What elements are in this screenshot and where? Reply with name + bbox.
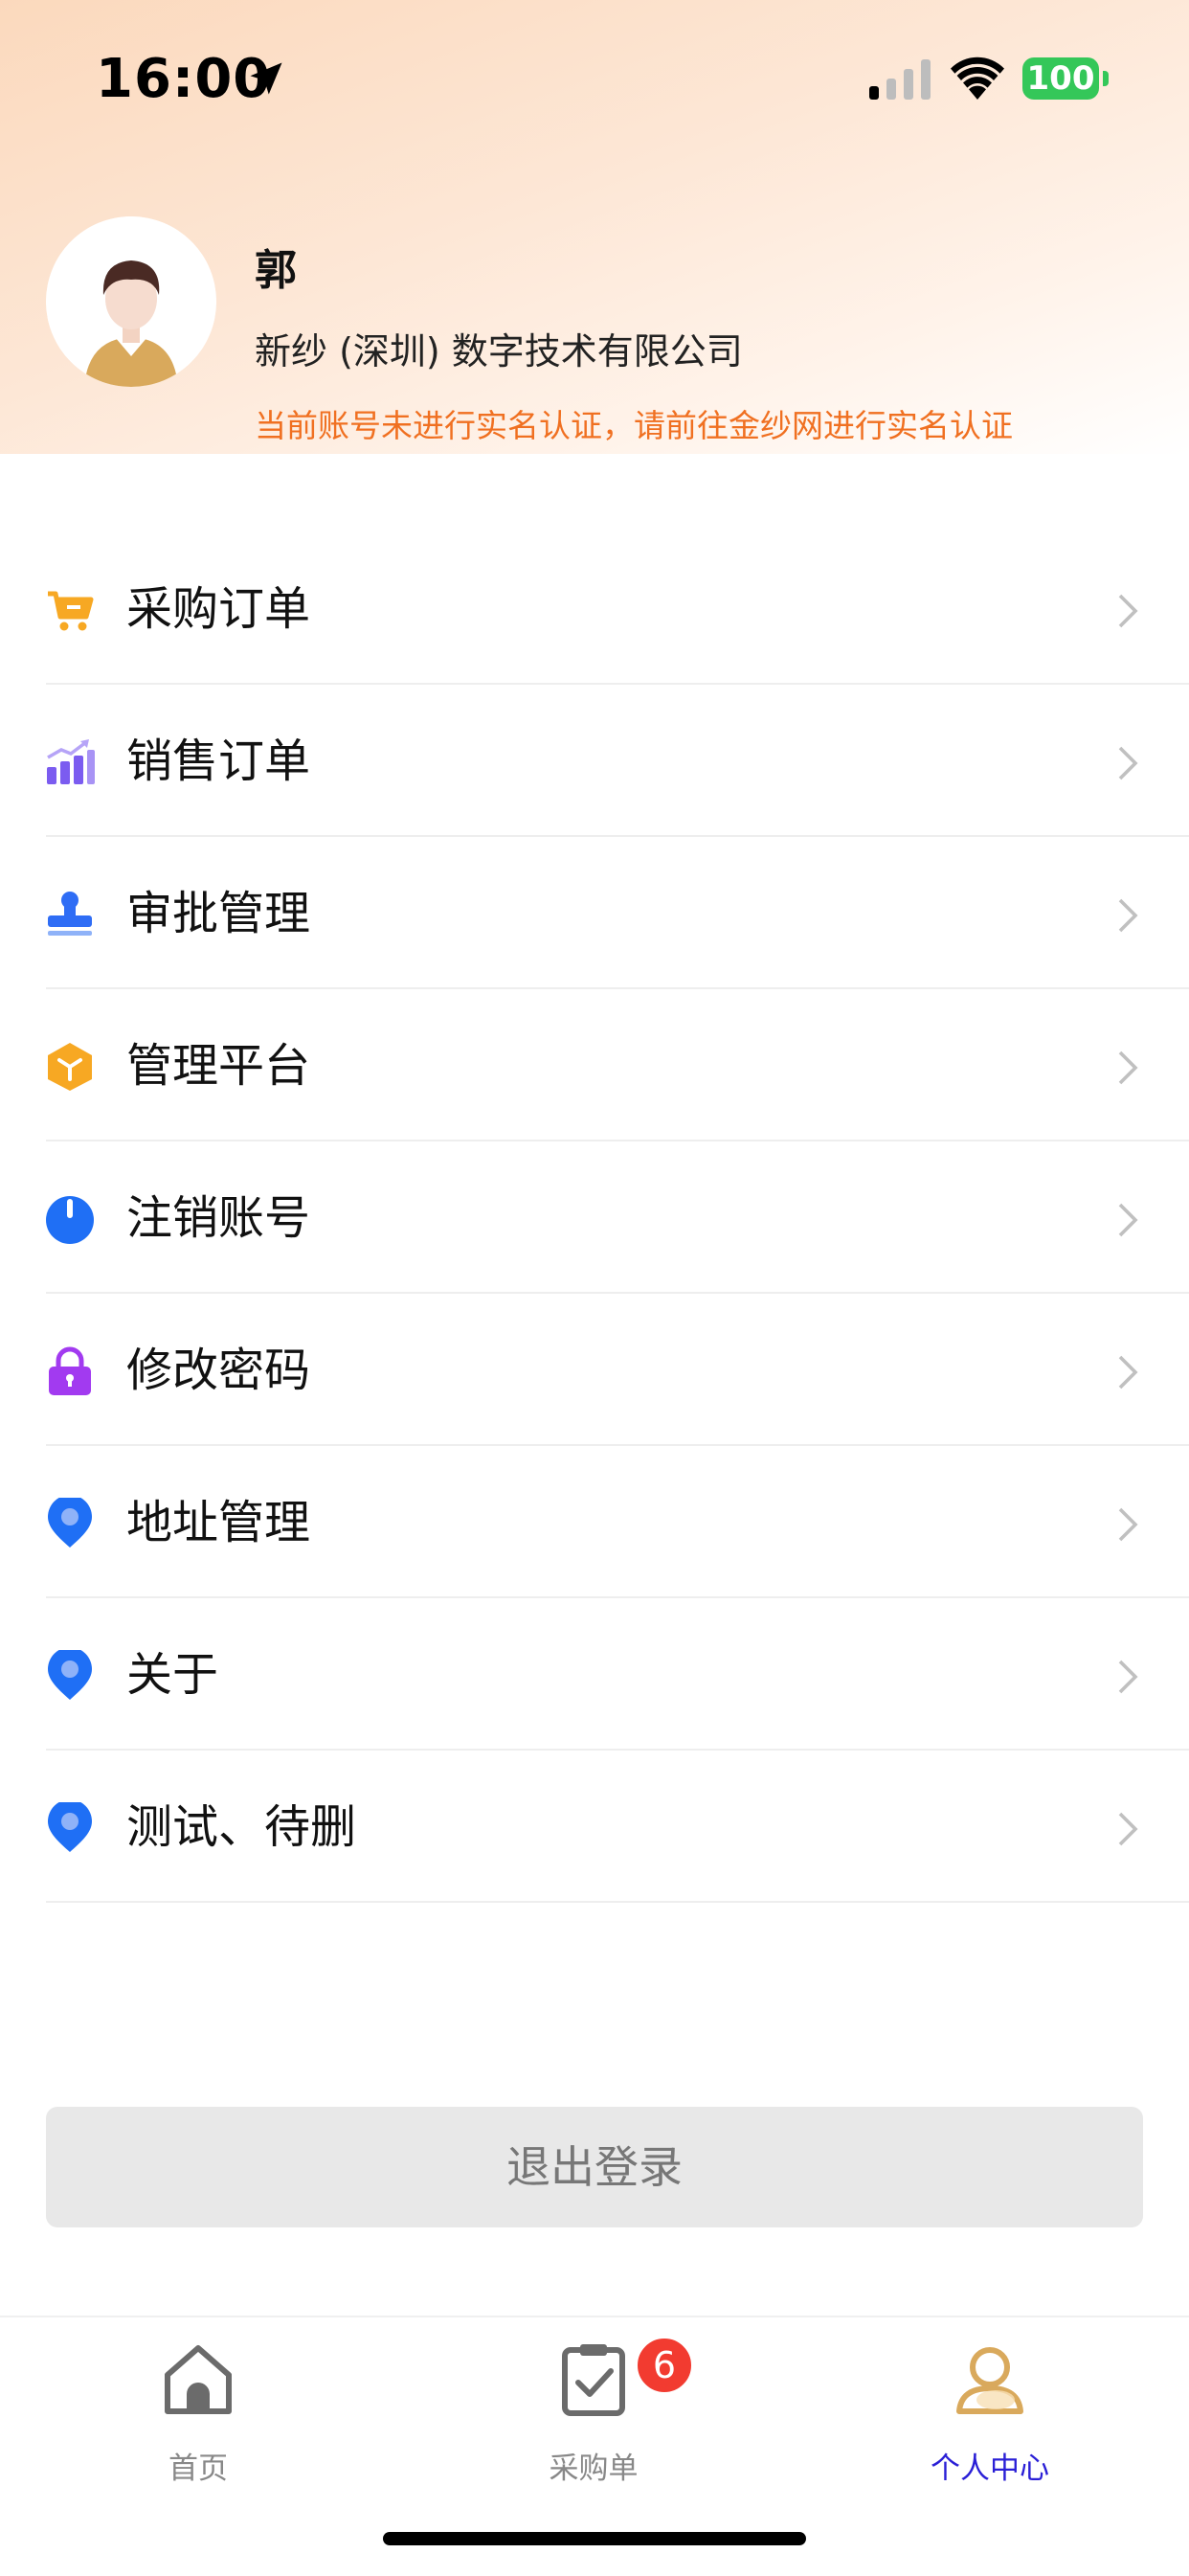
location-arrow-icon <box>250 62 282 95</box>
battery-tip <box>1103 71 1109 86</box>
bar-chart-icon <box>47 739 95 784</box>
home-indicator <box>383 2532 806 2545</box>
location-pin-icon <box>48 1650 92 1700</box>
divider <box>46 1901 1189 1903</box>
avatar[interactable] <box>46 216 216 387</box>
menu-item-purchase-orders[interactable]: 采购订单 <box>0 532 1189 685</box>
menu-item-management-platform[interactable]: 管理平台 <box>0 989 1189 1141</box>
menu-item-label: 测试、待删 <box>126 1800 357 1854</box>
menu-item-label: 管理平台 <box>126 1039 311 1093</box>
home-icon <box>165 2345 232 2414</box>
battery-level: 100 <box>1022 57 1099 100</box>
tab-label: 采购单 <box>549 2452 639 2486</box>
tab-label: 个人中心 <box>931 2452 1049 2486</box>
location-pin-icon <box>48 1802 92 1852</box>
cart-icon <box>48 591 94 631</box>
power-icon <box>46 1196 94 1244</box>
company-name: 新纱 (深圳) 数字技术有限公司 <box>255 330 743 373</box>
menu-item-change-password[interactable]: 修改密码 <box>0 1294 1189 1446</box>
verification-warning[interactable]: 当前账号未进行实名认证，请前往金纱网进行实名认证 <box>255 400 1013 446</box>
tab-home[interactable]: 首页 <box>102 2340 294 2494</box>
settings-menu: 采购订单 销售订单 审批管理 管理平台 注销账号 修改密码 地址管理 关于 测试… <box>0 532 1189 1903</box>
user-name: 郭 <box>255 246 297 295</box>
chevron-right-icon <box>1118 1660 1138 1694</box>
menu-item-label: 采购订单 <box>126 582 311 636</box>
notification-badge: 6 <box>634 2335 695 2396</box>
chevron-right-icon <box>1118 1507 1138 1542</box>
menu-item-label: 地址管理 <box>126 1496 311 1549</box>
menu-item-test-to-delete[interactable]: 测试、待删 <box>0 1751 1189 1903</box>
status-bar: 16:00 100 <box>0 0 1189 153</box>
tab-personal-center[interactable]: 个人中心 <box>894 2340 1086 2494</box>
chevron-right-icon <box>1118 1051 1138 1085</box>
tab-purchase-list[interactable]: 6 采购单 <box>498 2335 695 2494</box>
chevron-right-icon <box>1118 1355 1138 1390</box>
cellular-signal-icon <box>869 59 931 100</box>
avatar-person-icon <box>46 216 216 387</box>
chevron-right-icon <box>1118 1812 1138 1846</box>
chevron-right-icon <box>1118 746 1138 780</box>
menu-item-approval-management[interactable]: 审批管理 <box>0 837 1189 989</box>
wifi-icon <box>951 56 1004 100</box>
chevron-right-icon <box>1118 1203 1138 1237</box>
location-pin-icon <box>48 1498 92 1548</box>
menu-item-label: 注销账号 <box>126 1191 311 1245</box>
clipboard-check-icon <box>562 2344 625 2416</box>
menu-item-about[interactable]: 关于 <box>0 1598 1189 1751</box>
menu-item-sales-orders[interactable]: 销售订单 <box>0 685 1189 837</box>
menu-item-label: 关于 <box>126 1648 219 1702</box>
chevron-right-icon <box>1118 898 1138 933</box>
lock-icon <box>49 1346 91 1395</box>
chevron-right-icon <box>1118 594 1138 628</box>
stamp-icon <box>48 892 92 936</box>
logout-button[interactable]: 退出登录 <box>46 2107 1143 2227</box>
menu-item-address-management[interactable]: 地址管理 <box>0 1446 1189 1598</box>
menu-item-deactivate-account[interactable]: 注销账号 <box>0 1141 1189 1294</box>
person-icon <box>956 2347 1023 2414</box>
battery-indicator: 100 <box>1022 57 1109 100</box>
menu-item-label: 审批管理 <box>126 887 311 940</box>
menu-item-label: 修改密码 <box>126 1344 311 1397</box>
tab-label: 首页 <box>168 2452 228 2486</box>
menu-item-label: 销售订单 <box>126 734 311 788</box>
box-icon <box>48 1043 92 1091</box>
